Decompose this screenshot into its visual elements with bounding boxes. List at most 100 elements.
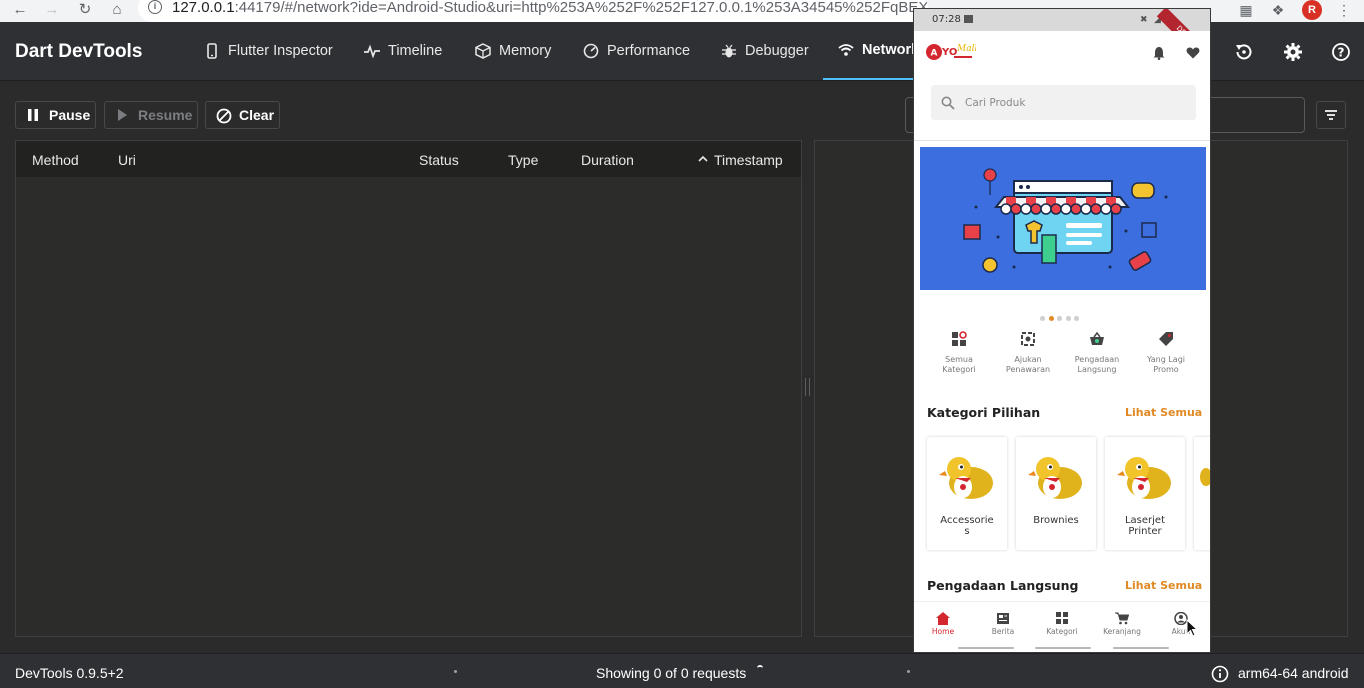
category-card-partial[interactable] (1194, 437, 1210, 550)
nav-home[interactable]: Home (920, 612, 966, 636)
home-icon[interactable]: ⌂ (108, 1, 126, 19)
search-icon (941, 96, 955, 110)
column-type[interactable]: Type (508, 152, 538, 168)
category-card[interactable]: Accessorie s (927, 437, 1007, 550)
puzzle-icon[interactable]: ❖ (1269, 1, 1287, 19)
help-icon[interactable]: ? (1331, 42, 1351, 62)
filter-button[interactable] (1316, 101, 1346, 129)
mascot-image (1028, 457, 1082, 499)
extension-icon[interactable]: ▦ (1237, 1, 1255, 19)
tab-label: Debugger (745, 43, 809, 59)
category-card[interactable]: Laserjet Printer (1105, 437, 1185, 550)
device-label: arm64-64 android (1238, 665, 1349, 681)
back-icon[interactable]: ← (11, 1, 29, 19)
column-timestamp[interactable]: Timestamp (714, 152, 783, 168)
spinner-icon (757, 665, 763, 671)
tab-label: Flutter Inspector (228, 43, 333, 59)
clear-label: Clear (239, 107, 275, 123)
quick-category-label: Ajukan (1014, 355, 1042, 364)
tab-performance[interactable]: Performance (583, 22, 690, 80)
column-uri[interactable]: Uri (118, 152, 136, 168)
home-nav-icon (936, 612, 950, 625)
column-status[interactable]: Status (419, 152, 459, 168)
see-all-kategori-link[interactable]: Lihat Semua (1125, 406, 1202, 419)
pause-button[interactable]: Pause (15, 101, 96, 129)
play-icon (115, 108, 129, 122)
mascot-image (1200, 468, 1210, 486)
status-bar: DevTools 0.9.5+2 Showing 0 of 0 requests… (0, 653, 1364, 688)
wifi-icon (838, 42, 854, 58)
url-host: 127.0.0.1 (172, 0, 235, 16)
heart-icon[interactable] (1186, 45, 1200, 64)
clear-button[interactable]: Clear (205, 101, 280, 129)
resume-button[interactable]: Resume (104, 101, 198, 129)
phone-bottom-nav: Home Berita Kategori Keranjang Akun (914, 601, 1210, 645)
nav-berita[interactable]: Berita (980, 612, 1026, 636)
site-info-icon[interactable]: i (148, 0, 162, 14)
product-search-input[interactable]: Cari Produk (931, 85, 1196, 120)
pause-icon (26, 108, 40, 122)
quick-category-ajukan[interactable]: Ajukan Penawaran (994, 331, 1062, 374)
quick-category-label: Langsung (1077, 364, 1117, 374)
carousel-dot[interactable] (1065, 316, 1071, 321)
separator-dot (454, 670, 457, 673)
news-icon (997, 613, 1009, 624)
promo-banner[interactable] (920, 147, 1206, 290)
bell-icon[interactable] (1152, 45, 1166, 64)
split-handle[interactable] (805, 378, 810, 396)
notification-icon (964, 15, 973, 23)
bug-icon (721, 43, 737, 59)
gesture-bar (1035, 647, 1091, 649)
table-header: Method Uri Status Type Duration Timestam… (16, 141, 801, 177)
online-store-illustration (963, 168, 1168, 273)
tab-label: Memory (499, 43, 552, 59)
quick-category-label: Kategori (942, 364, 976, 374)
carousel-dot[interactable] (1040, 316, 1045, 321)
nav-keranjang[interactable]: Keranjang (1099, 612, 1145, 636)
box-icon (475, 43, 491, 59)
info-icon[interactable] (1211, 665, 1229, 686)
requests-table: Method Uri Status Type Duration Timestam… (15, 140, 802, 637)
phone-time: 07:28 (932, 14, 961, 25)
tab-memory[interactable]: Memory (475, 22, 551, 80)
emulator-window: 07:28 ✖ ◢ ◢ DEBUG AYOMall Cari Produk (913, 8, 1211, 653)
quick-category-pengadaan[interactable]: Pengadaan Langsung (1063, 331, 1131, 374)
phone-icon (204, 43, 220, 59)
mascot-image (939, 457, 993, 499)
nav-kategori[interactable]: Kategori (1039, 612, 1085, 636)
tab-label: Network (862, 42, 920, 58)
carousel-dot[interactable] (1074, 316, 1079, 321)
basket-icon (1090, 331, 1104, 345)
grid-nav-icon (1056, 612, 1068, 624)
mascot-image (1117, 457, 1171, 499)
gesture-bar (958, 647, 1014, 649)
menu-icon[interactable]: ⋮ (1335, 1, 1353, 19)
url-path: :44179/#/network?ide=Android-Studio&uri=… (234, 0, 928, 16)
column-method[interactable]: Method (32, 152, 79, 168)
address-bar[interactable]: i 127.0.0.1:44179/#/network?ide=Android-… (138, 0, 928, 22)
carousel-dot-active[interactable] (1048, 316, 1054, 321)
forward-icon[interactable]: → (43, 1, 61, 19)
quick-category-label: Yang Lagi (1146, 355, 1186, 364)
category-card[interactable]: Brownies (1016, 437, 1096, 550)
gear-icon[interactable] (1283, 42, 1303, 62)
tab-label: Timeline (388, 43, 443, 59)
hot-restart-icon[interactable] (1234, 42, 1254, 62)
quick-category-promo[interactable]: Yang Lagi Promo (1132, 331, 1200, 374)
see-all-pengadaan-link[interactable]: Lihat Semua (1125, 579, 1202, 592)
quick-category-semua[interactable]: Semua Kategori (925, 331, 993, 374)
tab-debugger[interactable]: Debugger (721, 22, 809, 80)
tab-timeline[interactable]: Timeline (364, 22, 442, 80)
version-text: DevTools 0.9.5+2 (15, 665, 124, 681)
gesture-bar (1113, 647, 1169, 649)
sort-ascending-icon[interactable] (698, 152, 708, 168)
tag-icon (1159, 332, 1173, 346)
quick-category-label: Pengadaan (1074, 355, 1120, 364)
profile-avatar[interactable]: R (1302, 0, 1322, 20)
carousel-dot[interactable] (1057, 316, 1062, 321)
column-duration[interactable]: Duration (581, 152, 634, 168)
mouse-cursor-icon (1186, 619, 1198, 637)
reload-icon[interactable]: ↻ (76, 1, 94, 19)
search-placeholder: Cari Produk (965, 97, 1026, 109)
tab-flutter-inspector[interactable]: Flutter Inspector (204, 22, 333, 80)
